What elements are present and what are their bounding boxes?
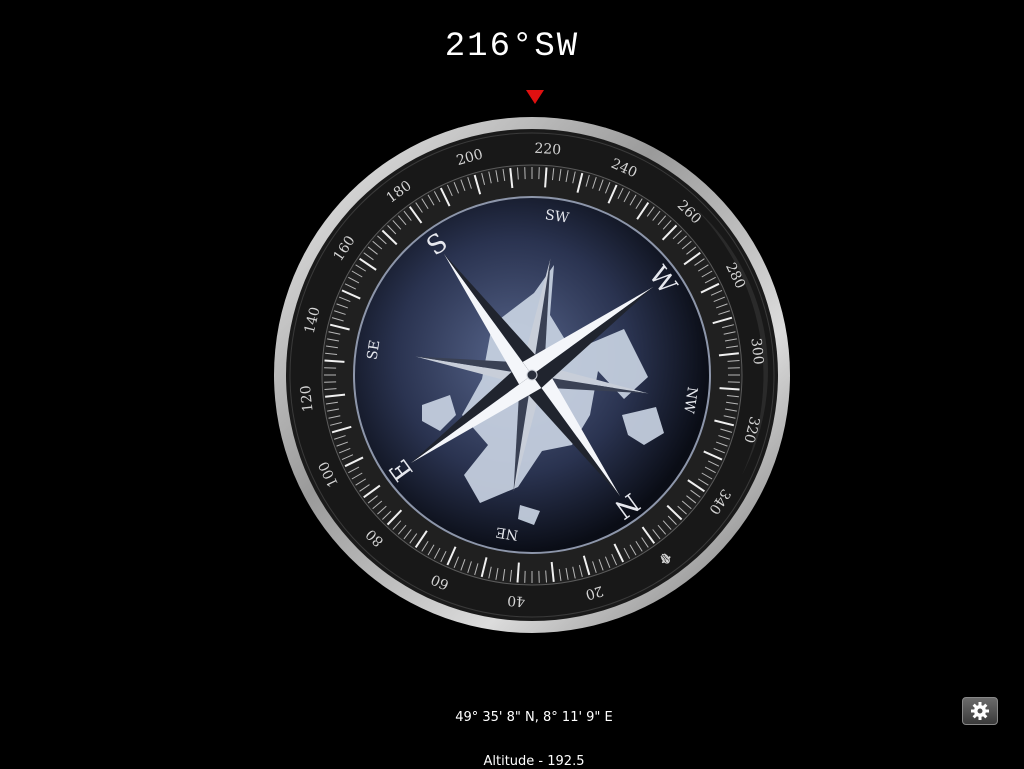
degree-tick [325, 360, 345, 361]
heading-pointer-icon [526, 90, 544, 104]
bezel-number: 40 [507, 592, 526, 609]
degree-tick [720, 388, 740, 389]
altitude-readout: Altitude - 192.5 [0, 754, 1024, 769]
rose-center [527, 370, 537, 380]
degree-tick [545, 168, 546, 188]
coordinates-readout: 49° 35' 8" N, 8° 11' 9" E [0, 710, 1024, 725]
heading-readout: 216°SW [0, 28, 1024, 66]
degree-tick [517, 563, 518, 583]
compass-dial[interactable]: 0204060801001201401601802002202402602803… [272, 115, 792, 635]
bezel-number: 120 [298, 384, 317, 412]
settings-button[interactable] [962, 697, 998, 725]
direction-label: SE [365, 339, 384, 361]
gear-icon [970, 701, 990, 721]
bezel-number: 220 [534, 141, 562, 159]
